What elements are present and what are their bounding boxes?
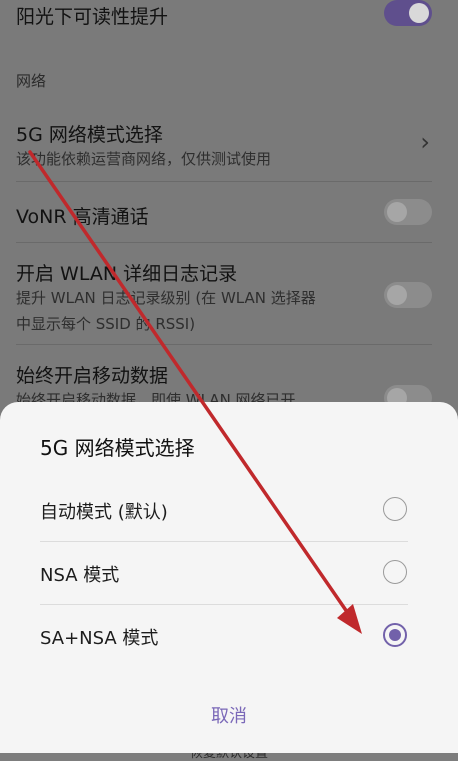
option-nsa[interactable]: NSA 模式 xyxy=(0,541,458,605)
option-label: NSA 模式 xyxy=(40,565,120,586)
mode-5g-row[interactable]: 5G 网络模式选择 该功能依赖运营商网络，仅供测试使用 › xyxy=(0,110,458,180)
option-auto[interactable]: 自动模式 (默认) xyxy=(0,478,458,542)
sunlight-readability-title: 阳光下可读性提升 xyxy=(16,6,169,28)
vonr-row[interactable]: VoNR 高清通话 xyxy=(0,182,458,242)
option-label: 自动模式 (默认) xyxy=(40,502,168,523)
wlan-log-row[interactable]: 开启 WLAN 详细日志记录 提升 WLAN 日志记录级别 (在 WLAN 选择… xyxy=(0,243,458,343)
section-header-network: 网络 xyxy=(16,72,47,90)
mode-5g-dialog: 5G 网络模式选择 自动模式 (默认) NSA 模式 SA+NSA 模式 取消 xyxy=(0,402,458,753)
wlan-log-subtitle-line2: 中显示每个 SSID 的 RSSI) xyxy=(16,315,196,333)
cancel-button[interactable]: 取消 xyxy=(0,702,458,728)
vonr-title: VoNR 高清通话 xyxy=(16,206,149,228)
chevron-right-icon: › xyxy=(420,128,430,156)
wlan-log-toggle[interactable] xyxy=(384,282,432,308)
toggle-knob xyxy=(409,3,429,23)
sunlight-readability-toggle[interactable] xyxy=(384,0,432,26)
vonr-toggle[interactable] xyxy=(384,199,432,225)
always-on-mobile-data-row[interactable]: 始终开启移动数据 始终开启移动数据，即使 WLAN 网络已开 xyxy=(0,345,458,411)
mode-5g-subtitle: 该功能依赖运营商网络，仅供测试使用 xyxy=(16,150,272,168)
radio-button-selected[interactable] xyxy=(383,623,407,647)
dialog-title: 5G 网络模式选择 xyxy=(40,436,195,460)
mode-5g-title: 5G 网络模式选择 xyxy=(16,124,163,146)
radio-button[interactable] xyxy=(383,497,407,521)
radio-button[interactable] xyxy=(383,560,407,584)
wlan-log-title: 开启 WLAN 详细日志记录 xyxy=(16,263,238,285)
toggle-knob xyxy=(387,202,407,222)
option-label: SA+NSA 模式 xyxy=(40,628,159,649)
toggle-knob xyxy=(387,285,407,305)
mobile-data-title: 始终开启移动数据 xyxy=(16,365,169,387)
option-sa-nsa[interactable]: SA+NSA 模式 xyxy=(0,604,458,668)
wlan-log-subtitle-line1: 提升 WLAN 日志记录级别 (在 WLAN 选择器 xyxy=(16,289,316,307)
sunlight-readability-row[interactable]: 阳光下可读性提升 xyxy=(0,0,458,40)
